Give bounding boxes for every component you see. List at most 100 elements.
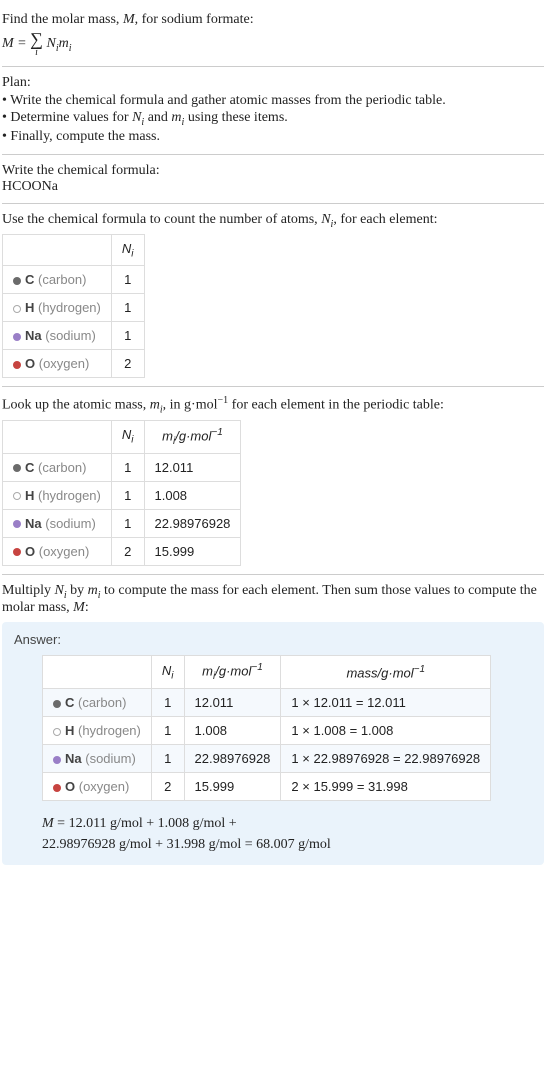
atom-count: 1 [111,453,144,481]
element-bullet-icon [13,305,21,313]
element-symbol: H [65,723,74,738]
element-cell: Na (sodium) [3,322,112,350]
atom-count: 1 [151,717,184,745]
element-bullet-icon [13,333,21,341]
final-equation: M = 12.011 g/mol + 1.008 g/mol + 22.9897… [42,813,532,855]
final-eq-lhs: M [42,816,54,831]
formula-lhs: M [2,36,14,51]
formula-N: N [46,36,55,51]
element-name: (oxygen) [35,544,89,559]
atom-count: 1 [111,322,144,350]
formula-m-sub: i [69,43,72,54]
element-cell: C (carbon) [3,453,112,481]
chemical-formula-section: Write the chemical formula: HCOONa [2,155,544,204]
element-cell: H (hydrogen) [3,481,112,509]
plan-item: • Determine values for Ni and mi using t… [2,110,544,128]
final-intro-mid1: by [67,583,88,598]
element-cell: O (oxygen) [3,537,112,565]
atom-count: 1 [111,266,144,294]
element-name: (sodium) [42,516,96,531]
table-header-row: Ni mi/g·mol−1 mass/g·mol−1 [43,656,491,689]
mass-intro-sup: −1 [218,395,229,406]
final-intro: Multiply Ni by mi to compute the mass fo… [2,583,544,617]
element-name: (oxygen) [75,779,129,794]
table-row: H (hydrogen) 1 1.008 [3,481,241,509]
atomic-mass-section: Look up the atomic mass, mi, in g·mol−1 … [2,387,544,574]
element-symbol: Na [65,751,82,766]
element-cell: Na (sodium) [43,745,152,773]
answer-box: Answer: Ni mi/g·mol−1 mass/g·mol−1 C (ca… [2,622,544,865]
atom-count: 2 [151,773,184,801]
table-header-row: Ni mi/g·mol−1 [3,420,241,453]
count-intro-post: , for each element: [333,212,437,227]
element-name: (hydrogen) [74,723,140,738]
table-header-mass: mass/g·mol−1 [281,656,491,689]
formula-m: m [59,36,69,51]
atomic-mass: 12.011 [184,689,281,717]
mass-intro-var: m [150,398,160,413]
mass-intro-post: for each element in the periodic table: [228,398,444,413]
molar-mass-formula: M = ∑i Nimi [2,30,544,58]
table-row: H (hydrogen) 1 [3,294,145,322]
element-symbol: H [25,488,34,503]
element-bullet-icon [13,520,21,528]
table-header-m: mi/g·mol−1 [144,420,241,453]
atomic-mass: 1.008 [144,481,241,509]
intro-line: Find the molar mass, M, for sodium forma… [2,12,544,28]
atom-count-section: Use the chemical formula to count the nu… [2,204,544,387]
table-header-empty [3,420,112,453]
final-intro-post: : [85,600,89,615]
element-bullet-icon [53,728,61,736]
element-bullet-icon [53,756,61,764]
final-intro-N: N [55,583,64,598]
table-row: C (carbon) 1 [3,266,145,294]
table-row: Na (sodium) 1 22.98976928 [3,509,241,537]
intro-text2: , for sodium formate: [135,12,254,27]
sigma-icon: ∑ [30,30,43,48]
intro-text: Find the molar mass, [2,12,123,27]
table-header-N: Ni [111,234,144,266]
atomic-mass: 1.008 [184,717,281,745]
table-row: O (oxygen) 2 [3,350,145,378]
plan-list: • Write the chemical formula and gather … [2,93,544,145]
sigma-index: i [30,48,43,58]
element-cell: O (oxygen) [43,773,152,801]
element-symbol: C [65,695,74,710]
count-intro-pre: Use the chemical formula to count the nu… [2,212,321,227]
count-intro: Use the chemical formula to count the nu… [2,212,544,230]
table-row: O (oxygen) 2 15.999 [3,537,241,565]
element-name: (carbon) [34,272,86,287]
atom-count: 1 [111,481,144,509]
atom-count-table: Ni C (carbon) 1 H (hydrogen) 1 Na (sodiu… [2,234,145,379]
element-cell: C (carbon) [43,689,152,717]
element-bullet-icon [53,784,61,792]
table-header-m: mi/g·mol−1 [184,656,281,689]
element-cell: O (oxygen) [3,350,112,378]
plan-title: Plan: [2,75,544,91]
element-symbol: O [25,544,35,559]
element-bullet-icon [13,361,21,369]
intro-section: Find the molar mass, M , for sodium forma… [2,4,544,67]
mass-calc: 1 × 1.008 = 1.008 [281,717,491,745]
table-row: H (hydrogen) 1 1.008 1 × 1.008 = 1.008 [43,717,491,745]
final-eq-line2: 22.98976928 g/mol + 31.998 g/mol = 68.00… [42,837,331,852]
element-name: (oxygen) [35,356,89,371]
element-name: (hydrogen) [34,488,100,503]
mass-calc: 1 × 12.011 = 12.011 [281,689,491,717]
element-name: (carbon) [74,695,126,710]
element-symbol: O [25,356,35,371]
mass-intro: Look up the atomic mass, mi, in g·mol−1 … [2,395,544,415]
mass-calc: 2 × 15.999 = 31.998 [281,773,491,801]
atom-count: 1 [151,745,184,773]
table-row: Na (sodium) 1 [3,322,145,350]
element-name: (carbon) [34,460,86,475]
element-symbol: Na [25,328,42,343]
atomic-mass: 12.011 [144,453,241,481]
element-cell: H (hydrogen) [3,294,112,322]
element-name: (sodium) [42,328,96,343]
element-name: (sodium) [82,751,136,766]
final-section: Multiply Ni by mi to compute the mass fo… [2,575,544,874]
table-row: O (oxygen) 2 15.999 2 × 15.999 = 31.998 [43,773,491,801]
table-row: C (carbon) 1 12.011 [3,453,241,481]
table-header-empty [43,656,152,689]
